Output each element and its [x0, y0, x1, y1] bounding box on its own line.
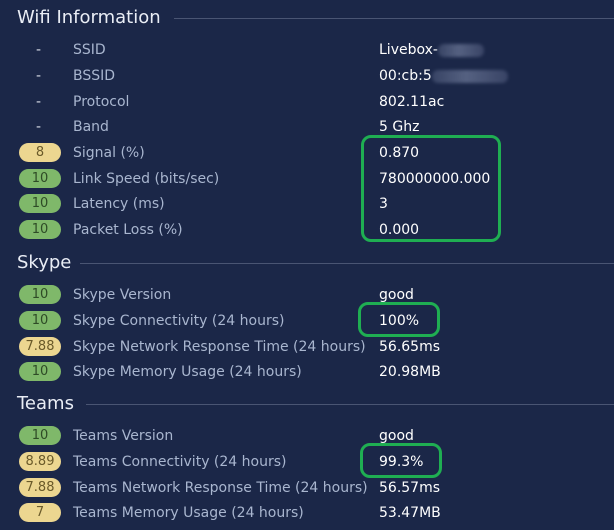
row-label: Teams Connectivity (24 hours) [73, 454, 287, 470]
teams-connectivity-highlight [360, 443, 442, 478]
score-badge: 10 [19, 311, 61, 330]
score-badge: 8 [19, 143, 61, 162]
wifi-row-signal: 8 Signal (%) 0.870 [0, 142, 614, 164]
teams-row-connectivity: 8.89 Teams Connectivity (24 hours) 99.3% [0, 451, 614, 473]
wifi-row-ssid: - SSID Livebox- [0, 39, 614, 61]
row-label: Link Speed (bits/sec) [73, 171, 220, 187]
wifi-row-band: - Band 5 Ghz [0, 116, 614, 138]
score-badge: 8.89 [19, 452, 61, 471]
score-badge: 10 [19, 194, 61, 213]
score-badge: 7.88 [19, 478, 61, 497]
row-value: 20.98MB [379, 364, 441, 380]
section-divider [80, 263, 614, 264]
skype-row-connectivity: 10 Skype Connectivity (24 hours) 100% [0, 310, 614, 332]
row-marker: - [36, 119, 42, 135]
score-badge: 10 [19, 285, 61, 304]
row-marker: - [36, 94, 42, 110]
wifi-row-latency: 10 Latency (ms) 3 [0, 193, 614, 215]
row-label: Teams Memory Usage (24 hours) [73, 505, 304, 521]
score-badge: 10 [19, 220, 61, 239]
row-label: Skype Memory Usage (24 hours) [73, 364, 302, 380]
row-marker: - [36, 68, 42, 84]
teams-row-version: 10 Teams Version good [0, 425, 614, 447]
score-badge: 7.88 [19, 337, 61, 356]
teams-row-response-time: 7.88 Teams Network Response Time (24 hou… [0, 477, 614, 499]
score-badge: 10 [19, 426, 61, 445]
row-label: SSID [73, 42, 106, 58]
section-divider [86, 404, 614, 405]
row-label: Skype Network Response Time (24 hours) [73, 339, 366, 355]
row-value: 56.57ms [379, 480, 441, 496]
row-label: Skype Version [73, 287, 172, 303]
score-badge: 7 [19, 503, 61, 522]
row-value: Livebox- [379, 39, 484, 61]
wifi-row-link-speed: 10 Link Speed (bits/sec) 780000000.000 [0, 168, 614, 190]
row-label: BSSID [73, 68, 116, 84]
teams-section-title: Teams [17, 393, 74, 414]
ssid-value: Livebox- [379, 42, 438, 58]
wifi-metrics-highlight [361, 135, 501, 242]
wifi-section-title: Wifi Information [17, 7, 161, 28]
skype-row-response-time: 7.88 Skype Network Response Time (24 hou… [0, 336, 614, 358]
score-badge: 10 [19, 169, 61, 188]
skype-row-memory: 10 Skype Memory Usage (24 hours) 20.98MB [0, 361, 614, 383]
score-badge: 10 [19, 362, 61, 381]
row-label: Protocol [73, 94, 130, 110]
row-value: 53.47MB [379, 505, 441, 521]
row-label: Skype Connectivity (24 hours) [73, 313, 285, 329]
wifi-row-packet-loss: 10 Packet Loss (%) 0.000 [0, 219, 614, 241]
row-value: 56.65ms [379, 339, 441, 355]
row-label: Teams Version [73, 428, 174, 444]
section-divider [174, 18, 614, 19]
redacted-blur [431, 69, 508, 83]
row-label: Teams Network Response Time (24 hours) [73, 480, 368, 496]
row-value: 00:cb:5 [379, 65, 508, 87]
wifi-row-bssid: - BSSID 00:cb:5 [0, 65, 614, 87]
row-value: 802.11ac [379, 94, 445, 110]
row-label: Signal (%) [73, 145, 145, 161]
skype-connectivity-highlight [358, 302, 440, 337]
teams-row-memory: 7 Teams Memory Usage (24 hours) 53.47MB [0, 502, 614, 524]
row-label: Band [73, 119, 109, 135]
skype-row-version: 10 Skype Version good [0, 284, 614, 306]
bssid-value: 00:cb:5 [379, 68, 432, 84]
skype-section-title: Skype [17, 252, 72, 273]
row-label: Latency (ms) [73, 196, 165, 212]
redacted-blur [437, 43, 484, 57]
wifi-row-protocol: - Protocol 802.11ac [0, 91, 614, 113]
row-label: Packet Loss (%) [73, 222, 183, 238]
row-marker: - [36, 42, 42, 58]
